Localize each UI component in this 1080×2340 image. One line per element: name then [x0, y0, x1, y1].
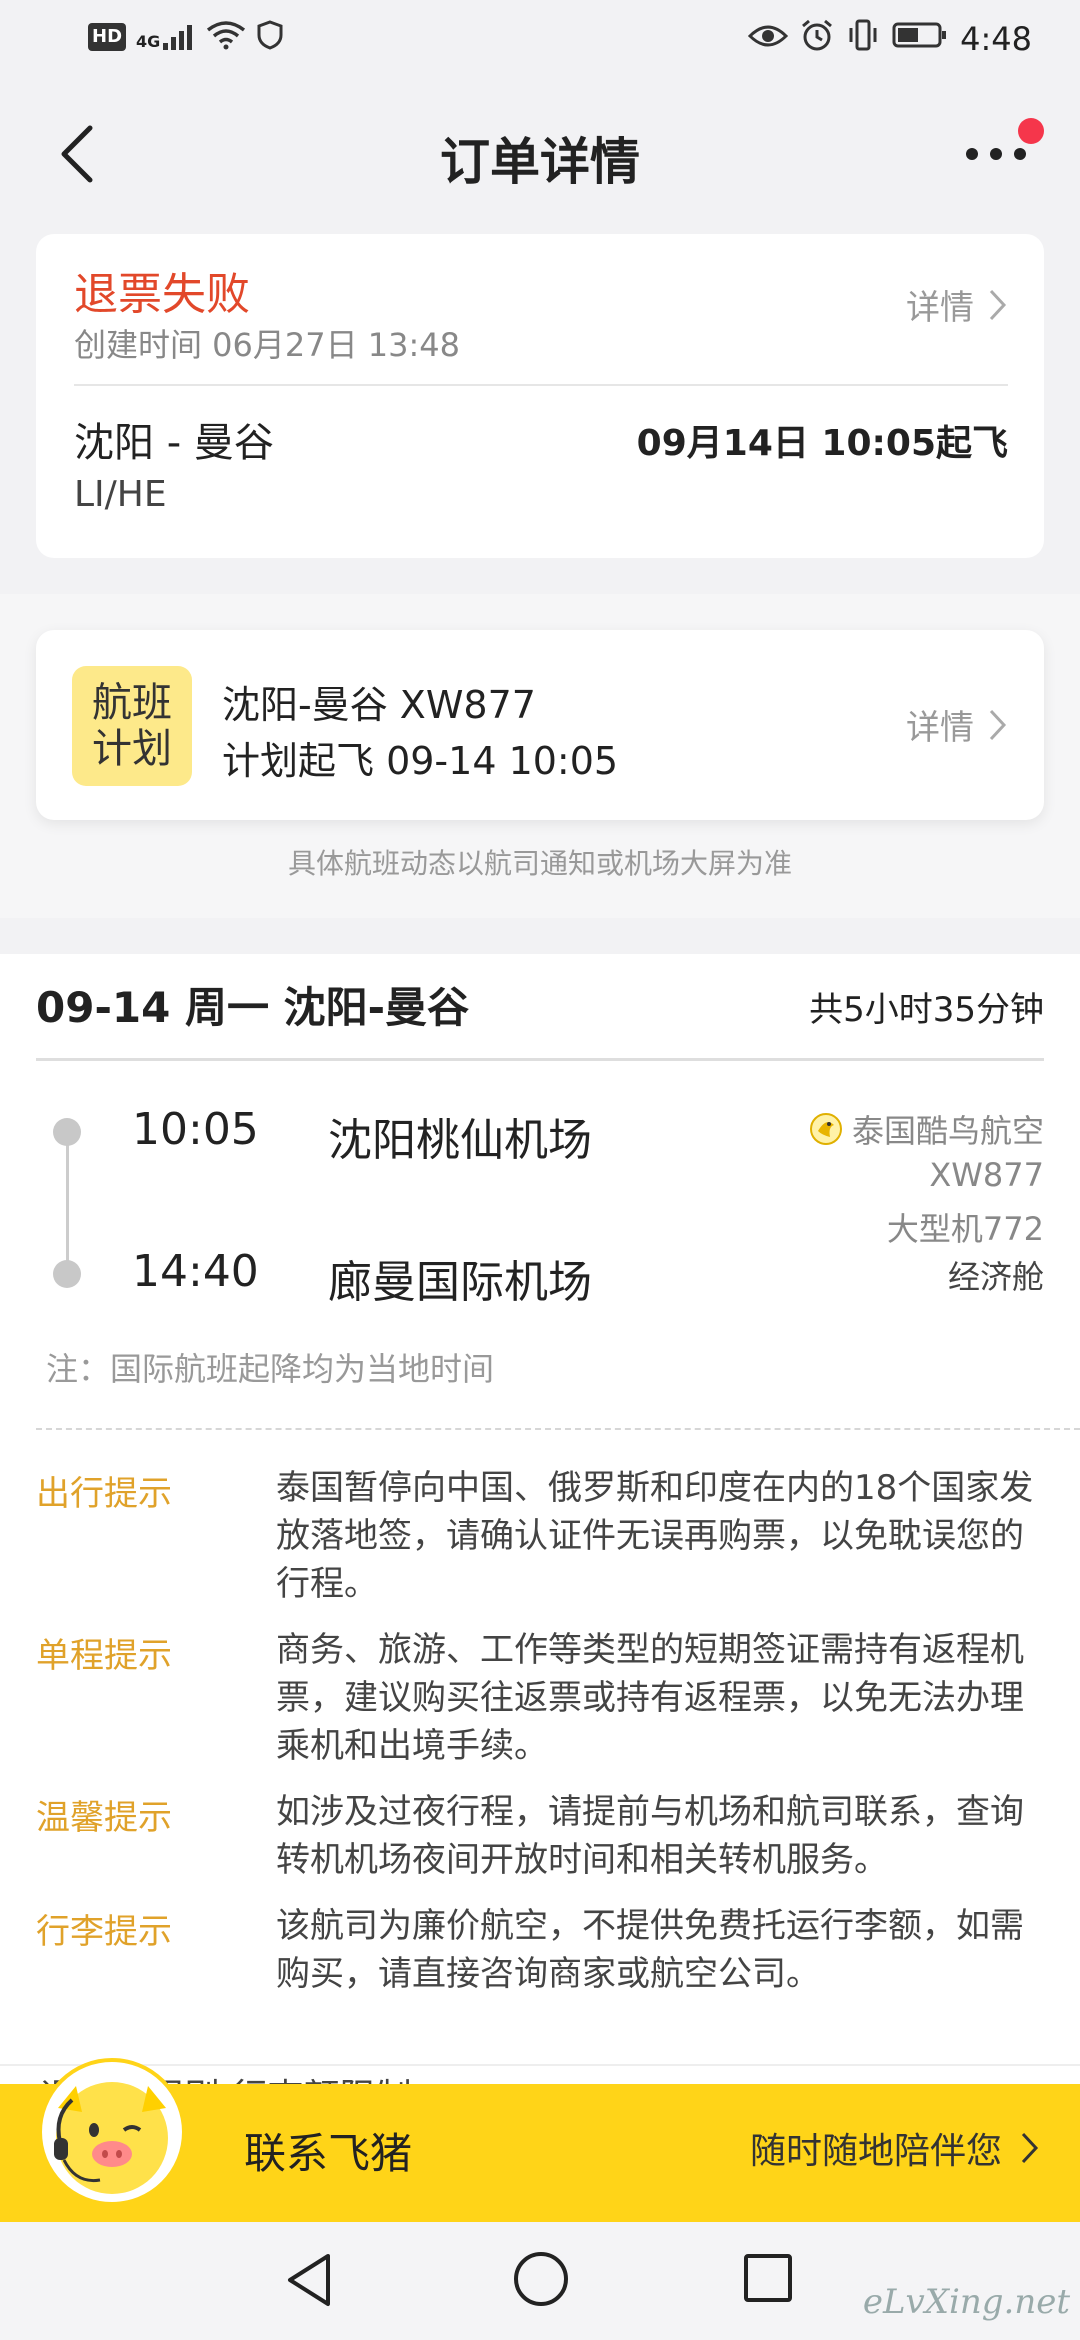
flight-notice: 具体航班动态以航司通知或机场大屏为准 — [287, 847, 792, 880]
segment-section: 09-14 周一 沈阳-曼谷 共5小时35分钟 10:05 沈阳桃仙机场 14:… — [0, 954, 1080, 2154]
tip-text: 商务、旅游、工作等类型的短期签证需持有返程机票，建议购买往返票或持有返程票，以免… — [276, 1630, 1024, 1766]
chevron-right-icon — [989, 709, 1007, 740]
order-route: 沈阳 - 曼谷 — [74, 420, 274, 466]
chevron-right-icon — [1021, 2132, 1039, 2164]
airline: 泰国酷鸟航空 — [808, 1106, 1044, 1152]
airline-logo-icon — [809, 1113, 842, 1145]
page-title: 订单详情 — [440, 133, 640, 191]
clock: 4:48 — [960, 20, 1032, 58]
dashed-divider — [36, 1428, 1080, 1430]
hd-indicator: HD — [88, 23, 127, 51]
mascot-pig-icon — [38, 2058, 186, 2206]
aircraft-type: 大型机772 — [886, 1210, 1044, 1248]
shield-icon — [256, 20, 284, 54]
title-bar: 订单详情 — [0, 80, 1080, 226]
network-type: 4G — [136, 32, 161, 51]
vibrate-icon — [846, 18, 880, 60]
status-right: 4:48 — [748, 18, 1032, 60]
tip-label: 温馨提示 — [36, 1798, 172, 1838]
wifi-icon — [206, 20, 246, 54]
tip-label: 行李提示 — [36, 1912, 172, 1952]
order-detail-link[interactable]: 详情 — [906, 280, 1008, 329]
battery-icon — [892, 20, 948, 58]
arrival-airport: 廊曼国际机场 — [328, 1257, 592, 1308]
flight-number: XW877 — [929, 1156, 1044, 1194]
timeline-dot — [53, 1118, 81, 1146]
timeline-line — [66, 1132, 69, 1268]
airline-name: 泰国酷鸟航空 — [851, 1112, 1044, 1150]
flight-plan-time: 计划起飞 09-14 10:05 — [222, 739, 619, 783]
badge-line1: 航班 — [92, 680, 172, 726]
status-left: HD 4G — [88, 20, 284, 54]
notification-dot — [1018, 118, 1044, 144]
arrival-time: 14:40 — [132, 1246, 259, 1297]
contact-label[interactable]: 联系飞猪 — [244, 2120, 412, 2181]
watermark: eLvXing.net — [862, 2282, 1070, 2322]
passenger-name: LI/HE — [74, 474, 167, 515]
divider — [74, 384, 1008, 386]
departure-time: 09月14日 10:05起飞 — [636, 423, 1008, 464]
detail-label: 详情 — [906, 708, 974, 748]
departure-airport: 沈阳桃仙机场 — [328, 1115, 592, 1166]
local-time-note: 注：国际航班起降均为当地时间 — [46, 1350, 495, 1388]
timeline-dot — [53, 1260, 81, 1288]
segment-duration: 共5小时35分钟 — [809, 990, 1044, 1030]
signal-icon: 4G — [136, 23, 196, 51]
alarm-icon — [800, 18, 834, 60]
eye-icon — [748, 20, 789, 58]
nav-recents-icon[interactable] — [744, 2254, 792, 2302]
segment-heading: 09-14 周一 沈阳-曼谷 — [36, 983, 470, 1032]
flight-plan-badge: 航班 计划 — [72, 666, 192, 786]
order-status: 退票失败 — [74, 269, 250, 320]
tip-text: 如涉及过夜行程，请提前与机场和航司联系，查询转机机场夜间开放时间和相关转机服务。 — [276, 1792, 1024, 1880]
nav-back-icon[interactable] — [282, 2250, 340, 2310]
flight-plan-detail-link[interactable]: 详情 — [906, 700, 1008, 749]
mascot-avatar — [36, 2056, 188, 2208]
created-time: 创建时间 06月27日 13:48 — [74, 326, 461, 364]
tip-text: 泰国暂停向中国、俄罗斯和印度在内的18个国家发放落地签，请确认证件无误再购票，以… — [276, 1468, 1034, 1604]
tip-label: 出行提示 — [36, 1474, 172, 1514]
detail-label: 详情 — [906, 288, 974, 328]
flight-plan-route: 沈阳-曼谷 XW877 — [222, 683, 536, 727]
tip-text: 该航司为廉价航空，不提供免费托运行李额，如需购买，请直接咨询商家或航空公司。 — [276, 1906, 1024, 1994]
contact-sub-text: 随时随地陪伴您 — [749, 2131, 1002, 2172]
departure-time: 10:05 — [132, 1104, 259, 1155]
system-nav-bar — [0, 2222, 1080, 2340]
divider — [36, 1058, 1044, 1061]
nav-home-icon[interactable] — [514, 2252, 568, 2306]
order-status-card: 退票失败 创建时间 06月27日 13:48 详情 沈阳 - 曼谷 LI/HE … — [36, 234, 1044, 558]
badge-line2: 计划 — [92, 726, 172, 772]
status-bar: HD 4G 4:48 — [0, 0, 1080, 80]
cabin-class: 经济舱 — [947, 1258, 1044, 1296]
flight-plan-card[interactable]: 航班 计划 沈阳-曼谷 XW877 计划起飞 09-14 10:05 详情 — [36, 630, 1044, 820]
contact-sub[interactable]: 随时随地陪伴您 — [750, 2122, 1040, 2174]
tip-label: 单程提示 — [36, 1636, 172, 1676]
chevron-right-icon — [989, 289, 1007, 320]
